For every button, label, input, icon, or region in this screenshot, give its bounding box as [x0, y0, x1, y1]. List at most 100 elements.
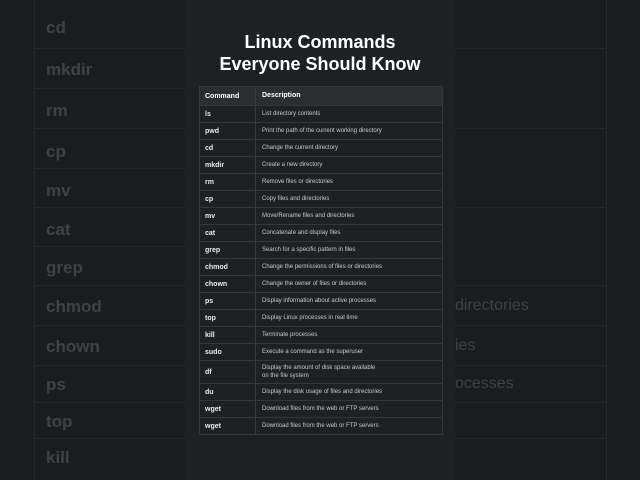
- table-row: ps Display information about active proce…: [200, 293, 442, 310]
- description-cell: Change the owner of files or directories: [256, 278, 442, 290]
- description-cell: Change the current directory: [256, 142, 442, 154]
- command-cell: wget: [200, 401, 256, 417]
- bg-divider: [34, 0, 35, 480]
- command-cell: chown: [200, 276, 256, 292]
- description-cell: Create a new directory: [256, 159, 442, 171]
- table-row: grep Search for a specific pattern in fil…: [200, 242, 442, 259]
- content-panel: Linux Commands Everyone Should Know Comm…: [185, 0, 455, 480]
- command-cell: chmod: [200, 259, 256, 275]
- table-row: chown Change the owner of files or direct…: [200, 276, 442, 293]
- description-cell: Download files from the web or FTP serve…: [256, 403, 442, 415]
- description-cell: Execute a command as the superuser: [256, 346, 442, 358]
- description-text: Terminate processes: [262, 332, 318, 338]
- bg-word: directories: [455, 297, 529, 314]
- description-text: Print the path of the current working di…: [262, 128, 382, 134]
- bg-rule: [34, 88, 185, 89]
- title-line-2: Everyone Should Know: [219, 54, 421, 74]
- table-body: ls List directory contents pwd Print the pa…: [200, 106, 442, 435]
- table-header-row: Command Description: [200, 87, 442, 106]
- command-cell: mkdir: [200, 157, 256, 173]
- bg-divider: [606, 0, 607, 480]
- description-cell: Display information about active process…: [256, 295, 442, 307]
- commands-table: Command Description ls List directory con…: [199, 86, 443, 435]
- bg-word: ps: [46, 375, 66, 394]
- bg-word: ies: [455, 337, 476, 354]
- bg-word: chown: [46, 337, 100, 356]
- table-row: chmod Change the permissions of files or …: [200, 259, 442, 276]
- description-cell: Print the path of the current working di…: [256, 125, 442, 137]
- description-cell: Remove files or directories: [256, 176, 442, 188]
- table-row: mv Move/Rename files and directories: [200, 208, 442, 225]
- bg-word: mkdir: [46, 60, 93, 79]
- description-text: Concatenate and display files: [262, 230, 341, 236]
- description-cell: List directory contents: [256, 108, 442, 120]
- header-description: Description: [262, 92, 301, 99]
- table-row: sudo Execute a command as the superuser: [200, 344, 442, 361]
- header-command: Command: [200, 87, 256, 105]
- bg-rule: [34, 48, 185, 49]
- command-cell: mv: [200, 208, 256, 224]
- description-cell: Concatenate and display files: [256, 227, 442, 239]
- description-text: Display information about active process…: [262, 298, 377, 304]
- bg-rule: [455, 402, 606, 403]
- bg-rule: [34, 128, 185, 129]
- command-cell: wget: [200, 418, 256, 434]
- bg-word: mv: [46, 181, 71, 200]
- bg-rule: [34, 365, 185, 366]
- description-text: Move/Rename files and directories: [262, 213, 355, 219]
- description-cell: Copy files and directories: [256, 193, 442, 205]
- description-text: Remove files or directories: [262, 179, 334, 185]
- table-row: rm Remove files or directories: [200, 174, 442, 191]
- description-text: Change the permissions of files or direc…: [262, 264, 383, 270]
- description-text: Change the current directory: [262, 145, 339, 151]
- table-row: df Display the amount of disk space avail…: [200, 361, 442, 384]
- description-cell: Change the permissions of files or direc…: [256, 261, 442, 273]
- bg-word: cp: [46, 142, 66, 161]
- background-right: directories ies ocesses: [455, 0, 640, 480]
- description-text: Display Linux processes in real time: [262, 315, 358, 321]
- description-cell: Move/Rename files and directories: [256, 210, 442, 222]
- bg-rule: [34, 325, 185, 326]
- table-row: kill Terminate processes: [200, 327, 442, 344]
- bg-word: kill: [46, 448, 70, 467]
- bg-rule: [455, 285, 606, 286]
- command-cell: cd: [200, 140, 256, 156]
- command-cell: ls: [200, 106, 256, 122]
- bg-rule: [34, 402, 185, 403]
- table-row: du Display the disk usage of files and di…: [200, 384, 442, 401]
- bg-word: grep: [46, 258, 83, 277]
- page-title: Linux Commands Everyone Should Know: [185, 31, 455, 75]
- bg-rule: [34, 438, 185, 439]
- description-cell: Search for a specific pattern in files: [256, 244, 442, 256]
- bg-rule: [34, 168, 185, 169]
- command-cell: ps: [200, 293, 256, 309]
- description-text: Display the amount of disk space availab…: [262, 365, 376, 371]
- command-cell: top: [200, 310, 256, 326]
- bg-rule: [34, 285, 185, 286]
- table-row: pwd Print the path of the current working…: [200, 123, 442, 140]
- command-cell: sudo: [200, 344, 256, 360]
- bg-rule: [455, 207, 606, 208]
- table-row: cd Change the current directory: [200, 140, 442, 157]
- table-row: wget Download files from the web or FTP s…: [200, 418, 442, 435]
- background-left: cd mkdir rm cp mv cat grep chmod chown p…: [0, 0, 185, 480]
- bg-rule: [34, 207, 185, 208]
- description-text: Execute a command as the superuser: [262, 349, 364, 355]
- description-text: Download files from the web or FTP serve…: [262, 423, 379, 429]
- bg-word: ocesses: [455, 375, 514, 392]
- bg-rule: [455, 128, 606, 129]
- description-text: Change the owner of files or directories: [262, 281, 367, 287]
- bg-rule: [34, 246, 185, 247]
- bg-word: cat: [46, 220, 71, 239]
- description-text: Create a new directory: [262, 162, 323, 168]
- command-cell: kill: [200, 327, 256, 343]
- bg-rule: [455, 48, 606, 49]
- description-text: Download files from the web or FTP serve…: [262, 406, 379, 412]
- command-cell: df: [200, 361, 256, 383]
- table-row: mkdir Create a new directory: [200, 157, 442, 174]
- table-row: top Display Linux processes in real time: [200, 310, 442, 327]
- description-cell: Display the amount of disk space availab…: [256, 362, 442, 382]
- description-cell: Download files from the web or FTP serve…: [256, 420, 442, 432]
- command-cell: rm: [200, 174, 256, 190]
- title-line-1: Linux Commands: [244, 32, 396, 52]
